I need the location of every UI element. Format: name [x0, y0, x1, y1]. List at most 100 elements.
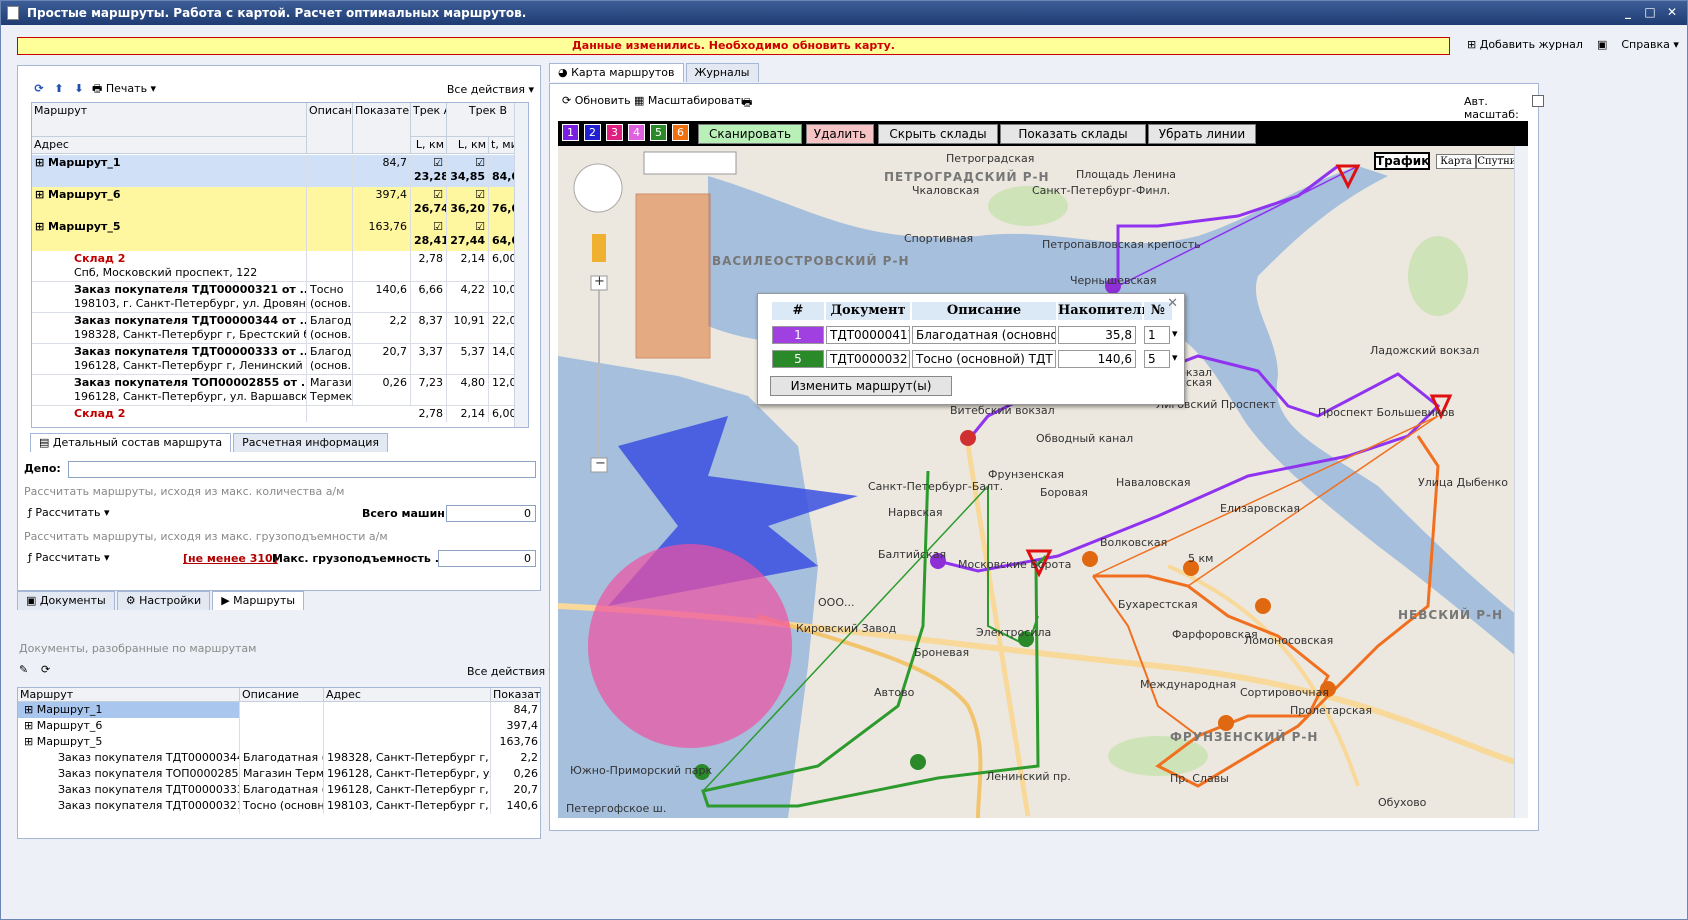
doc-row[interactable]: ⊞ Маршрут_1 84,7 — [18, 702, 540, 718]
calculate-label-1: Рассчитать — [35, 506, 101, 519]
calculate-button-1[interactable]: ƒ Рассчитать ▾ — [28, 506, 110, 519]
marker-5-b[interactable] — [910, 754, 926, 770]
header-address[interactable]: Адрес — [32, 137, 307, 154]
header-indicator[interactable]: Показате... — [353, 103, 411, 154]
item-t: 10,00 — [492, 283, 516, 296]
checkbox-a[interactable]: ☑ — [433, 188, 443, 201]
street-view-icon[interactable] — [592, 234, 606, 262]
route-item-row[interactable]: Склад 2 2,78 2,14 6,00 — [32, 406, 516, 422]
depot-select[interactable] — [68, 461, 536, 478]
docs-refresh-icon[interactable]: ⟳ — [41, 663, 50, 676]
checkbox-b[interactable]: ☑ — [475, 156, 485, 169]
tab-routes[interactable]: ▶ Маршруты — [212, 591, 305, 610]
doc-row[interactable]: Заказ покупателя ТДТ00000344 от ...Благо… — [18, 750, 540, 766]
docs-header-route[interactable]: Маршрут — [18, 688, 240, 702]
docs-all-actions[interactable]: Все действия ▾ — [467, 665, 554, 678]
item-desc: Магазин Термекс — [310, 376, 353, 403]
route-number-4[interactable]: 4 — [628, 124, 645, 141]
checkbox-b[interactable]: ☑ — [475, 220, 485, 233]
all-actions-button[interactable]: Все действия ▾ — [447, 83, 534, 96]
tab-journals[interactable]: Журналы — [685, 63, 759, 82]
marker-6-c[interactable] — [1255, 598, 1271, 614]
map-label: Чернышевская — [1070, 274, 1157, 287]
route-indicator: 163,76 — [368, 220, 408, 233]
change-route-button[interactable]: Изменить маршрут(ы) — [770, 376, 952, 396]
route-row[interactable]: ⊞ Маршрут_5 163,76 ☑ 28,41 ☑ 27,44 64,00 — [32, 219, 527, 251]
total-cars-input[interactable]: 0 — [446, 505, 536, 522]
max-load-input[interactable]: 0 — [438, 550, 536, 567]
popup-close-icon[interactable]: ✕ — [1167, 296, 1178, 311]
tab-calc-info[interactable]: Расчетная информация — [233, 433, 389, 452]
grid-scrollbar[interactable] — [514, 103, 528, 427]
route-row[interactable]: ⊞ Маршрут_6 397,4 ☑ 26,74 ☑ 36,20 76,00 — [32, 187, 527, 219]
map-refresh-button[interactable]: ⟳ Обновить — [562, 94, 631, 107]
marker-2[interactable] — [960, 430, 976, 446]
docs-header-desc[interactable]: Описание — [240, 688, 324, 702]
popup-header-num: # — [772, 302, 824, 320]
tab-detail[interactable]: ▤ Детальный состав маршрута — [30, 433, 232, 452]
print-button[interactable]: 🖶 Печать ▾ — [92, 80, 156, 99]
refresh-icon[interactable]: ⟳ — [32, 82, 46, 96]
route-item-row[interactable]: Заказ покупателя ТДТ00000333 от ... 19612… — [32, 344, 516, 375]
draw-tools[interactable] — [643, 151, 737, 175]
checkbox-b[interactable]: ☑ — [475, 188, 485, 201]
map-canvas[interactable]: + − Трафик Карта Спутник ПЕТРОГРАДСКИЙ Р… — [558, 146, 1528, 818]
popup-select[interactable]: 1 — [1144, 326, 1170, 344]
doc-row[interactable]: Заказ покупателя ТДТ00000321 от ...Тосно… — [18, 798, 540, 814]
map-zoom-button[interactable]: ▦ Масштабировать — [634, 94, 747, 107]
route-row[interactable]: ⊞ Маршрут_1 84,7 ☑ 23,28 ☑ 34,85 84,00 — [32, 155, 527, 187]
arrow-down-icon[interactable]: ⬇ — [72, 82, 86, 96]
route-number-2[interactable]: 2 — [584, 124, 601, 141]
traffic-button[interactable]: Трафик — [1374, 152, 1430, 170]
tab-documents[interactable]: ▣ Документы — [17, 591, 115, 610]
doc-row[interactable]: Заказ покупателя ТОП00002855 от ...Магаз… — [18, 766, 540, 782]
doc-row[interactable]: Заказ покупателя ТДТ00000333 от ...Благо… — [18, 782, 540, 798]
scan-button[interactable]: Сканировать — [698, 124, 802, 144]
map-scrollbar[interactable] — [1514, 146, 1528, 818]
maximize-button[interactable]: □ — [1641, 4, 1659, 21]
map-print-icon[interactable]: 🖶 — [742, 94, 752, 113]
calculate-button-2[interactable]: ƒ Рассчитать ▾ — [28, 551, 110, 564]
header-desc[interactable]: Описан... — [307, 103, 353, 154]
route-name: Маршрут_1 — [48, 156, 121, 169]
marker-6-e[interactable] — [1218, 715, 1234, 731]
header-track-a[interactable]: Трек А — [411, 103, 447, 137]
delete-button[interactable]: Удалить — [806, 124, 874, 144]
popup-desc: Благодатная (основной) Т — [912, 326, 1056, 344]
map-label: Ленинский пр. — [986, 770, 1071, 783]
hide-warehouses-button[interactable]: Скрыть склады — [878, 124, 998, 144]
tab-settings[interactable]: ⚙ Настройки — [116, 591, 211, 610]
route-number-6[interactable]: 6 — [672, 124, 689, 141]
pan-control[interactable] — [573, 163, 623, 213]
map-type-map[interactable]: Карта — [1436, 154, 1476, 169]
header-route[interactable]: Маршрут — [32, 103, 307, 137]
checkbox-a[interactable]: ☑ — [433, 156, 443, 169]
popup-select[interactable]: 5 — [1144, 350, 1170, 368]
route-item-row[interactable]: Заказ покупателя ТДТ00000344 от ... 19832… — [32, 313, 516, 344]
route-item-row[interactable]: Заказ покупателя ТДТ00000321 от ... 19810… — [32, 282, 516, 313]
minimize-button[interactable]: _ — [1619, 4, 1637, 21]
route-number-3[interactable]: 3 — [606, 124, 623, 141]
route-item-row[interactable]: Склад 2 Спб, Московский проспект, 122 2,78… — [32, 251, 516, 282]
docs-header-address[interactable]: Адрес — [324, 688, 491, 702]
route-number-5[interactable]: 5 — [650, 124, 667, 141]
save-icon[interactable]: ▣ — [1597, 38, 1607, 51]
route-item-row[interactable]: Заказ покупателя ТОП00002855 от ... 19612… — [32, 375, 516, 406]
help-menu[interactable]: Справка ▾ — [1621, 38, 1679, 51]
arrow-up-icon[interactable]: ⬆ — [52, 82, 66, 96]
marker-6-a[interactable] — [1082, 551, 1098, 567]
chevron-down-icon[interactable]: ▾ — [1172, 351, 1178, 364]
auto-scale-checkbox[interactable] — [1532, 95, 1544, 107]
chevron-down-icon[interactable]: ▾ — [1172, 327, 1178, 340]
docs-header-indicator[interactable]: Показат... — [491, 688, 540, 702]
remove-lines-button[interactable]: Убрать линии — [1148, 124, 1256, 144]
docs-edit-icon[interactable]: ✎ — [19, 663, 28, 676]
checkbox-a[interactable]: ☑ — [433, 220, 443, 233]
doc-row[interactable]: ⊞ Маршрут_5 163,76 — [18, 734, 540, 750]
add-journal-button[interactable]: ⊞ Добавить журнал — [1467, 38, 1583, 51]
close-button[interactable]: ✕ — [1663, 4, 1681, 21]
doc-row[interactable]: ⊞ Маршрут_6 397,4 — [18, 718, 540, 734]
route-number-1[interactable]: 1 — [562, 124, 579, 141]
tab-route-map[interactable]: ◕ Карта маршрутов — [549, 63, 684, 82]
show-warehouses-button[interactable]: Показать склады — [1000, 124, 1146, 144]
